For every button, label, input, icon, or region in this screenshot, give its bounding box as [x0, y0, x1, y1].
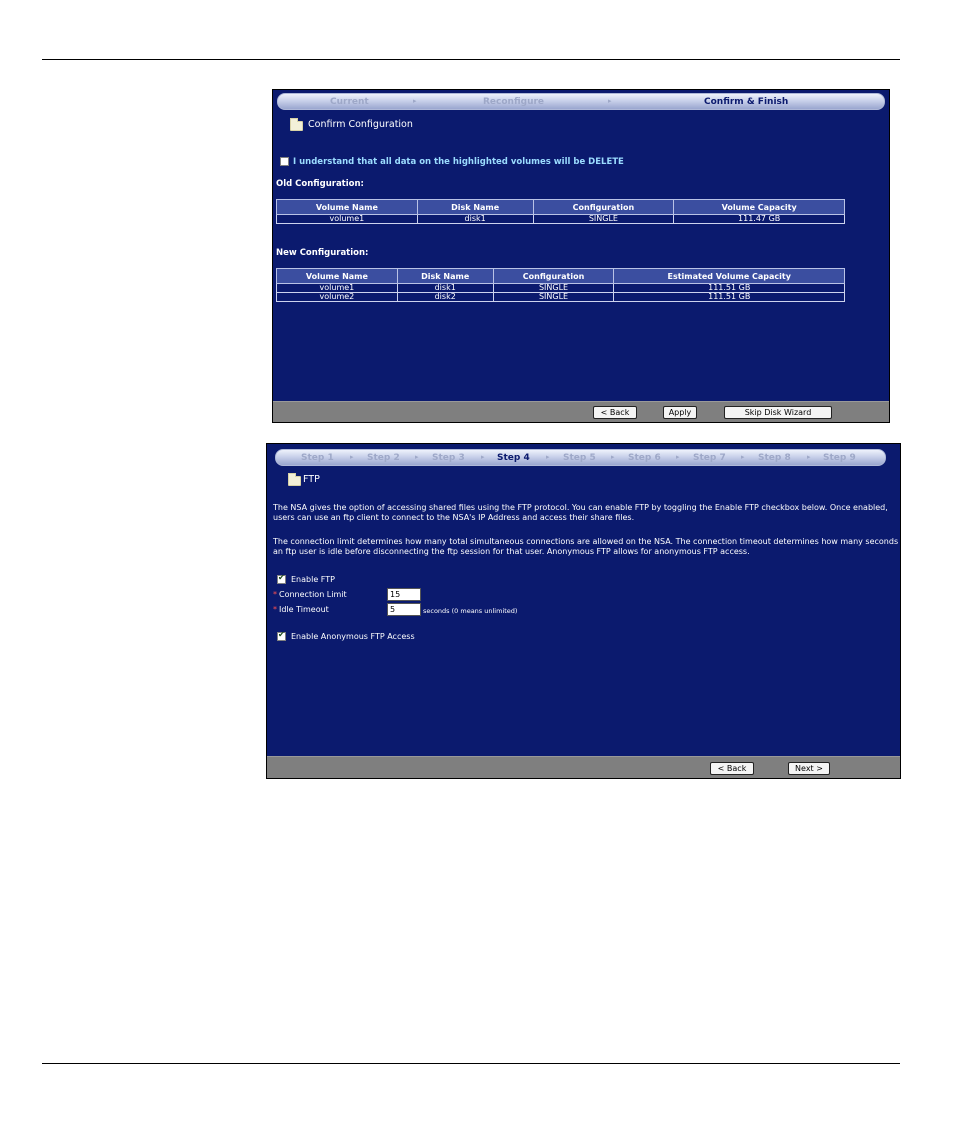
- button-bar: < Back Next >: [267, 756, 900, 778]
- table-row[interactable]: volume2 disk2 SINGLE 111.51 GB: [276, 292, 845, 302]
- button-bar: < Back Apply Skip Disk Wizard: [273, 401, 889, 422]
- column-header: Disk Name: [416, 199, 534, 215]
- apply-button[interactable]: Apply: [663, 406, 697, 419]
- new-configuration-label: New Configuration:: [276, 248, 369, 258]
- idle-timeout-label: Idle Timeout: [279, 605, 329, 614]
- ftp-description-paragraph: The NSA gives the option of accessing sh…: [273, 503, 888, 522]
- cell-disk-name: disk1: [416, 214, 534, 224]
- step-arrow-icon: ▸: [546, 453, 550, 461]
- table-row[interactable]: volume1 disk1 SINGLE 111.47 GB: [276, 214, 845, 224]
- connection-limit-input[interactable]: 15: [387, 588, 421, 601]
- column-header: Volume Capacity: [673, 199, 845, 215]
- cell-configuration: SINGLE: [532, 214, 675, 224]
- required-marker: *: [273, 590, 277, 599]
- top-rule: [42, 59, 900, 60]
- anonymous-ftp-checkbox[interactable]: [277, 630, 286, 641]
- idle-timeout-input[interactable]: 5: [387, 603, 421, 616]
- old-configuration-label: Old Configuration:: [276, 179, 364, 189]
- new-configuration-table: Volume Name Disk Name Configuration Esti…: [276, 268, 845, 302]
- cell-volume-capacity: 111.47 GB: [673, 214, 845, 224]
- bottom-rule: [42, 1063, 900, 1064]
- step-5: Step 5: [563, 453, 596, 463]
- step-arrow-icon: ▸: [413, 97, 417, 105]
- column-header: Estimated Volume Capacity: [613, 268, 845, 284]
- column-header: Volume Name: [276, 199, 418, 215]
- back-button[interactable]: < Back: [593, 406, 637, 419]
- next-button[interactable]: Next >: [788, 762, 830, 775]
- cell-disk-name: disk2: [396, 292, 494, 302]
- step-arrow-icon: ▸: [608, 97, 612, 105]
- step-6: Step 6: [628, 453, 661, 463]
- step-7: Step 7: [693, 453, 726, 463]
- step-reconfigure: Reconfigure: [483, 97, 545, 107]
- step-8: Step 8: [758, 453, 791, 463]
- idle-timeout-hint: seconds (0 means unlimited): [423, 607, 518, 615]
- setup-wizard-ftp-panel: Step 1 ▸ Step 2 ▸ Step 3 ▸ Step 4 ▸ Step…: [266, 443, 901, 779]
- required-marker: *: [273, 605, 277, 614]
- page-title: FTP: [303, 474, 320, 485]
- column-header: Configuration: [532, 199, 675, 215]
- confirm-delete-label: I understand that all data on the highli…: [293, 157, 624, 167]
- back-button[interactable]: < Back: [710, 762, 754, 775]
- wizard-step-bar: Current ▸ Reconfigure ▸ Confirm & Finish: [277, 93, 885, 110]
- step-current: Current: [330, 97, 369, 107]
- connection-description-paragraph: The connection limit determines how many…: [273, 537, 899, 556]
- folder-icon: [290, 118, 303, 131]
- folder-icon: [288, 473, 301, 486]
- confirm-delete-checkbox[interactable]: [280, 157, 289, 166]
- step-9: Step 9: [823, 453, 856, 463]
- old-configuration-table: Volume Name Disk Name Configuration Volu…: [276, 199, 845, 224]
- step-arrow-icon: ▸: [807, 453, 811, 461]
- step-4: Step 4: [497, 453, 530, 463]
- cell-volume-capacity: 111.51 GB: [613, 292, 845, 302]
- wizard-step-bar: Step 1 ▸ Step 2 ▸ Step 3 ▸ Step 4 ▸ Step…: [275, 449, 886, 466]
- step-arrow-icon: ▸: [741, 453, 745, 461]
- table-header-row: Volume Name Disk Name Configuration Volu…: [276, 199, 845, 215]
- column-header: Disk Name: [396, 268, 494, 284]
- step-2: Step 2: [367, 453, 400, 463]
- enable-ftp-checkbox[interactable]: [277, 573, 286, 584]
- step-arrow-icon: ▸: [676, 453, 680, 461]
- enable-ftp-label: Enable FTP: [291, 575, 335, 584]
- step-arrow-icon: ▸: [350, 453, 354, 461]
- step-1: Step 1: [301, 453, 334, 463]
- column-header: Configuration: [492, 268, 615, 284]
- cell-configuration: SINGLE: [492, 292, 615, 302]
- cell-volume-name: volume1: [276, 214, 418, 224]
- disk-wizard-confirm-panel: Current ▸ Reconfigure ▸ Confirm & Finish…: [272, 89, 890, 423]
- page-title: Confirm Configuration: [308, 119, 413, 130]
- step-arrow-icon: ▸: [415, 453, 419, 461]
- anonymous-ftp-label: Enable Anonymous FTP Access: [291, 632, 415, 641]
- connection-limit-label: Connection Limit: [279, 590, 347, 599]
- step-3: Step 3: [432, 453, 465, 463]
- cell-volume-name: volume2: [276, 292, 398, 302]
- step-arrow-icon: ▸: [481, 453, 485, 461]
- column-header: Volume Name: [276, 268, 398, 284]
- step-confirm-finish: Confirm & Finish: [704, 97, 789, 107]
- skip-disk-wizard-button[interactable]: Skip Disk Wizard: [724, 406, 832, 419]
- table-header-row: Volume Name Disk Name Configuration Esti…: [276, 268, 845, 284]
- step-arrow-icon: ▸: [611, 453, 615, 461]
